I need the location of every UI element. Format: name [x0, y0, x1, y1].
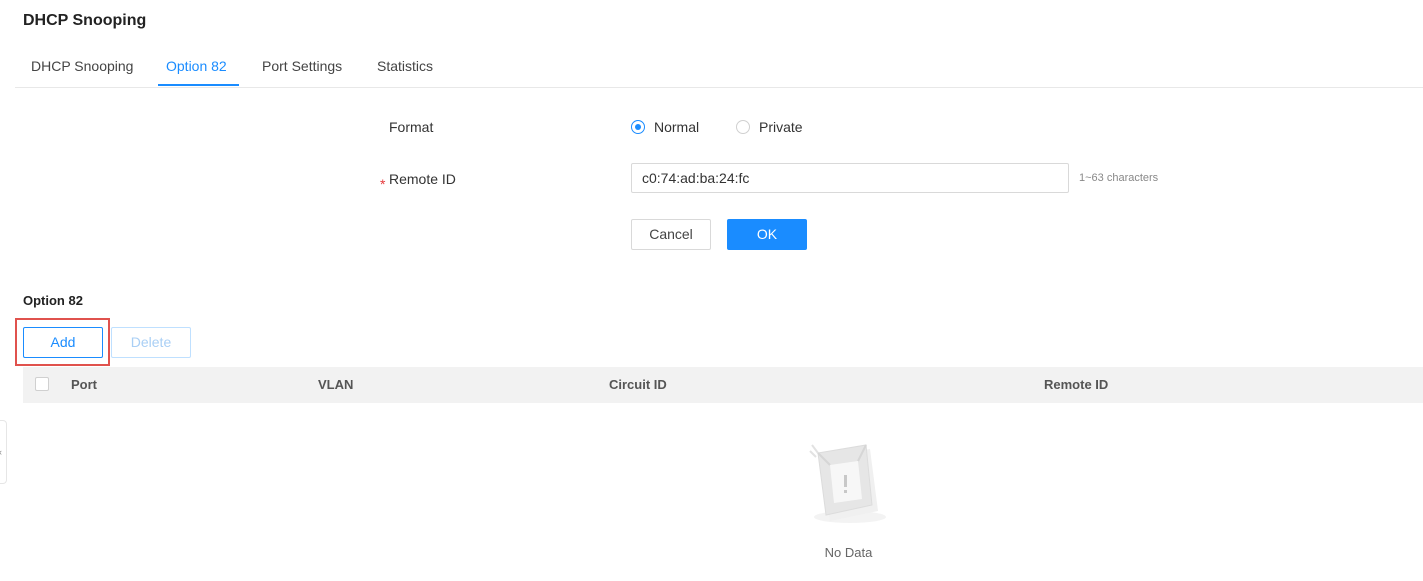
sidebar-collapse-handle[interactable]: ‹ [0, 420, 7, 484]
empty-state-text: No Data [824, 545, 873, 560]
format-private-radio[interactable]: Private [736, 119, 803, 135]
remote-id-label: Remote ID [389, 171, 456, 187]
tab-port-settings[interactable]: Port Settings [262, 58, 342, 74]
format-private-label: Private [759, 119, 803, 135]
format-normal-label: Normal [654, 119, 700, 135]
column-header-port: Port [71, 377, 97, 392]
radio-checked-icon [631, 120, 645, 134]
tab-bar: DHCP Snooping Option 82 Port Settings St… [15, 50, 1423, 88]
add-button[interactable]: Add [23, 327, 103, 358]
active-tab-indicator [158, 84, 239, 86]
required-marker: * [380, 176, 386, 192]
remote-id-input[interactable]: c0:74:ad:ba:24:fc [631, 163, 1069, 193]
delete-button[interactable]: Delete [111, 327, 191, 358]
collapse-icon: ‹ [0, 447, 2, 457]
table-header: Port VLAN Circuit ID Remote ID [23, 367, 1423, 403]
column-header-vlan: VLAN [318, 377, 354, 392]
column-header-circuit-id: Circuit ID [609, 377, 667, 392]
page-title: DHCP Snooping [23, 12, 147, 29]
format-normal-radio[interactable]: Normal [631, 119, 699, 135]
tab-statistics[interactable]: Statistics [377, 58, 433, 74]
section-title: Option 82 [23, 293, 83, 308]
ok-button[interactable]: OK [727, 219, 807, 250]
radio-unchecked-icon [736, 120, 750, 134]
remote-id-hint: 1~63 characters [1079, 172, 1159, 184]
cancel-button[interactable]: Cancel [631, 219, 711, 250]
empty-box-icon [809, 444, 886, 523]
format-label: Format [389, 119, 434, 135]
column-header-remote-id: Remote ID [1044, 377, 1109, 392]
tab-dhcp-snooping[interactable]: DHCP Snooping [31, 58, 133, 74]
tab-option-82[interactable]: Option 82 [166, 58, 227, 74]
select-all-checkbox[interactable] [35, 377, 49, 391]
